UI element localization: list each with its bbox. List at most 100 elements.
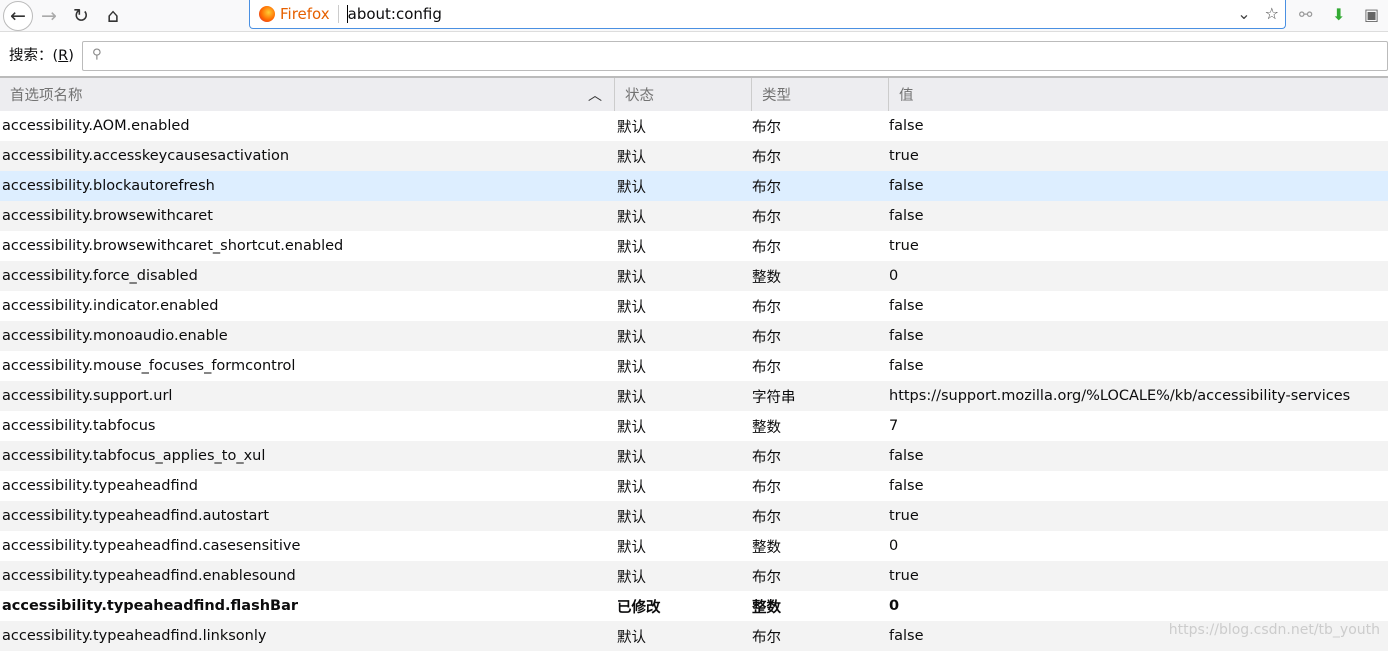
pref-name: accessibility.browsewithcaret [2,208,213,224]
search-input[interactable]: ⚲ [82,41,1388,71]
pref-type: 整数 [752,539,781,556]
pref-type: 布尔 [752,479,781,496]
table-row[interactable]: accessibility.tabfocus 默认 整数 7 [0,411,1388,441]
table-row[interactable]: accessibility.support.url 默认 字符串 https://su… [0,381,1388,411]
pref-name: accessibility.typeaheadfind.flashBar [2,598,299,614]
home-button[interactable]: ⌂ [97,0,129,32]
reload-button[interactable]: ↻ [65,0,97,32]
pref-type: 布尔 [752,569,781,586]
pref-type: 布尔 [752,179,781,196]
pref-name: accessibility.accesskeycausesactivation [2,148,290,164]
table-row[interactable]: accessibility.mouse_focuses_formcontrol 默… [0,351,1388,381]
pref-status: 默认 [617,629,646,646]
pref-name: accessibility.blockautorefresh [2,178,215,194]
pref-value: https://support.mozilla.org/%LOCALE%/kb/… [889,388,1351,404]
table-row[interactable]: accessibility.typeaheadfind.autostart 默认 布… [0,501,1388,531]
pref-status: 默认 [617,509,646,526]
table-row[interactable]: accessibility.typeaheadfind.casesensitiv… [0,531,1388,561]
pref-name: accessibility.force_disabled [2,268,198,284]
table-row[interactable]: accessibility.AOM.enabled 默认 布尔 false [0,111,1388,141]
extension-mask-icon[interactable]: ▣ [1364,5,1379,24]
pref-name: accessibility.browsewithcaret_shortcut.e… [2,238,344,254]
column-header-status[interactable]: 状态 [614,78,751,111]
pref-type: 布尔 [752,359,781,376]
search-icon: ⚲ [92,47,102,62]
watermark: https://blog.csdn.net/tb_youth [1168,622,1380,638]
pref-status: 默认 [617,239,646,256]
pref-type: 布尔 [752,209,781,226]
pref-name: accessibility.mouse_focuses_formcontrol [2,358,296,374]
pref-name: accessibility.AOM.enabled [2,118,190,134]
pref-status: 默认 [617,329,646,346]
pref-status: 默认 [617,149,646,166]
pref-name: accessibility.typeaheadfind.linksonly [2,628,267,644]
pref-name: accessibility.typeaheadfind.enablesound [2,568,296,584]
pref-value: true [889,148,919,164]
pref-value: false [889,478,924,494]
pref-status: 默认 [617,119,646,136]
pref-status: 默认 [617,179,646,196]
pref-status: 默认 [617,299,646,316]
pref-name: accessibility.typeaheadfind.autostart [2,508,270,524]
pref-value: false [889,328,924,344]
pref-name: accessibility.typeaheadfind [2,478,198,494]
table-row[interactable]: accessibility.browsewithcaret_shortcut.e… [0,231,1388,261]
table-row[interactable]: accessibility.monoaudio.enable 默认 布尔 false [0,321,1388,351]
pref-status: 默认 [617,269,646,286]
pref-name: accessibility.indicator.enabled [2,298,219,314]
table-row[interactable]: accessibility.typeaheadfind.enablesound 默… [0,561,1388,591]
sort-ascending-icon: ︿ [588,87,602,104]
pref-name: accessibility.support.url [2,388,173,404]
pref-status: 默认 [617,449,646,466]
pref-value: false [889,208,924,224]
back-button[interactable]: ← [3,0,33,31]
table-row[interactable]: accessibility.blockautorefresh 默认 布尔 false [0,171,1388,201]
pref-status: 默认 [617,419,646,436]
search-label: 搜索：(R) [9,47,74,64]
navigation-toolbar: ← → ↻ ⌂ Firefox about:config ⌄ ☆ ⚯ ⬇ ▣ [0,0,1388,32]
pref-value: true [889,238,919,254]
pref-type: 布尔 [752,629,781,646]
url-bar[interactable]: Firefox about:config ⌄ ☆ [249,0,1286,29]
forward-button[interactable]: → [33,0,65,32]
pref-status: 默认 [617,479,646,496]
table-row[interactable]: accessibility.tabfocus_applies_to_xul 默认 布… [0,441,1388,471]
column-header-value[interactable]: 值 [888,78,1388,111]
pref-value: 0 [889,268,899,284]
chevron-down-icon[interactable]: ⌄ [1237,4,1250,23]
bookmark-star-icon[interactable]: ☆ [1265,4,1279,23]
pref-type: 布尔 [752,299,781,316]
pref-value: false [889,358,924,374]
pref-type: 整数 [752,599,781,616]
pref-name: accessibility.typeaheadfind.casesensitiv… [2,538,301,554]
pref-status: 默认 [617,569,646,586]
pref-status: 已修改 [617,599,661,616]
pref-type: 布尔 [752,509,781,526]
column-header-name[interactable]: 首选项名称 ︿ [0,78,614,111]
preferences-table: accessibility.AOM.enabled 默认 布尔 false access… [0,111,1388,651]
identity-label: Firefox [280,5,339,23]
extension-link-icon[interactable]: ⚯ [1299,5,1312,24]
table-row[interactable]: accessibility.typeaheadfind.flashBar 已修改 整… [0,591,1388,621]
firefox-logo-icon [259,6,275,22]
pref-name: accessibility.tabfocus [2,418,156,434]
pref-type: 布尔 [752,449,781,466]
pref-type: 布尔 [752,329,781,346]
pref-type: 布尔 [752,149,781,166]
pref-type: 整数 [752,419,781,436]
pref-status: 默认 [617,539,646,556]
table-row[interactable]: accessibility.accesskeycausesactivation 默… [0,141,1388,171]
table-row[interactable]: accessibility.indicator.enabled 默认 布尔 false [0,291,1388,321]
pref-value: false [889,178,924,194]
column-header-type[interactable]: 类型 [751,78,888,111]
table-row[interactable]: accessibility.browsewithcaret 默认 布尔 false [0,201,1388,231]
pref-type: 布尔 [752,119,781,136]
table-row[interactable]: accessibility.force_disabled 默认 整数 0 [0,261,1388,291]
pref-value: false [889,298,924,314]
table-row[interactable]: accessibility.typeaheadfind 默认 布尔 false [0,471,1388,501]
pref-status: 默认 [617,209,646,226]
download-extension-icon[interactable]: ⬇ [1332,5,1345,24]
url-input[interactable]: about:config [346,5,442,23]
pref-value: false [889,448,924,464]
pref-name: accessibility.tabfocus_applies_to_xul [2,448,266,464]
